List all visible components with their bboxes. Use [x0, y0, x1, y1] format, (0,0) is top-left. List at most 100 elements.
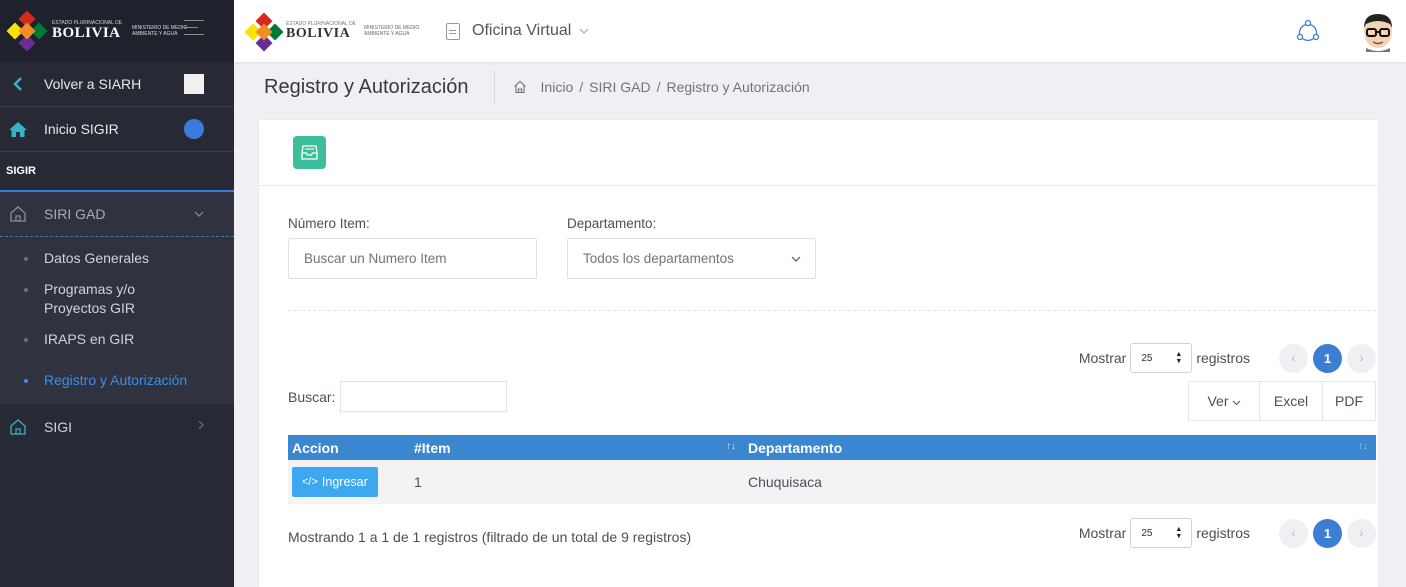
- sidebar-subitem-label: IRAPS en GIR: [44, 331, 135, 347]
- prev-page-button[interactable]: ‹: [1279, 343, 1308, 373]
- page-header: Registro y Autorización Inicio / SIRI GA…: [234, 62, 1406, 112]
- sort-icon: ↑↓: [726, 441, 736, 452]
- page-title: Registro y Autorización: [264, 70, 495, 104]
- column-header-item[interactable]: #Item ↑↓: [410, 435, 744, 460]
- search-input[interactable]: [340, 381, 508, 412]
- department-select[interactable]: Todos los departamentos: [567, 238, 816, 279]
- sidebar-group-siri-gad: SIRI GAD Datos Generales Programas y/o P…: [0, 192, 234, 404]
- sidebar-submenu: Datos Generales Programas y/o Proyectos …: [0, 237, 234, 404]
- house-outline-icon: [8, 418, 28, 436]
- item-filter-label: Número Item:: [288, 216, 370, 231]
- export-buttons: Ver Excel PDF: [1188, 381, 1376, 421]
- sidebar-item-sigi[interactable]: SIGI: [0, 404, 234, 449]
- sidebar-item-label: SIRI GAD: [44, 206, 106, 222]
- sidebar: ESTADO PLURINACIONAL DE BOLIVIA MINISTER…: [0, 0, 234, 587]
- sidebar-item-label: SIGI: [44, 418, 73, 435]
- ingresar-button[interactable]: </> Ingresar: [292, 467, 378, 497]
- data-table: Accion #Item ↑↓ Departamento ↑↓ </> Ingr…: [288, 435, 1376, 504]
- breadcrumb-item[interactable]: SIRI GAD: [589, 79, 650, 95]
- share-network-icon[interactable]: [1296, 19, 1320, 43]
- sidebar-subitem-programas[interactable]: Programas y/o Proyectos GIR: [0, 274, 234, 324]
- bolivia-emblem-icon: [6, 10, 48, 52]
- sidebar-subitem-datos-generales[interactable]: Datos Generales: [0, 243, 234, 274]
- length-label: Mostrar: [1078, 525, 1127, 541]
- column-header-label: #Item: [414, 439, 451, 456]
- inbox-button[interactable]: [293, 136, 326, 169]
- prev-page-button[interactable]: ‹: [1279, 518, 1308, 548]
- menu-toggle-icon[interactable]: [184, 20, 204, 41]
- topbar-logo[interactable]: ESTADO PLURINACIONAL DE BOLIVIA MINISTER…: [244, 12, 426, 52]
- sidebar-item-label: Inicio SIGIR: [44, 121, 119, 137]
- length-and-pager-bottom: Mostrar 25 ▲ ▼ registros ‹ 1 ›: [1079, 518, 1376, 548]
- item-search-placeholder: Buscar un Numero Item: [304, 251, 447, 266]
- breadcrumb-item[interactable]: Inicio: [541, 79, 574, 95]
- cell-item: 1: [410, 460, 744, 504]
- cell-departamento: Chuquisaca: [744, 460, 1376, 504]
- pdf-button[interactable]: PDF: [1322, 382, 1375, 420]
- page-length-value: 25: [1141, 352, 1153, 364]
- breadcrumb-item-current: Registro y Autorización: [666, 79, 810, 95]
- oficina-virtual-dropdown[interactable]: Oficina Virtual: [446, 22, 589, 40]
- page-button[interactable]: 1: [1313, 518, 1342, 548]
- white-square-badge: [184, 74, 204, 94]
- app-label: Oficina Virtual: [472, 22, 572, 39]
- chevron-down-icon: [194, 209, 204, 220]
- table-row: </> Ingresar 1 Chuquisaca: [288, 460, 1376, 504]
- user-avatar[interactable]: [1360, 10, 1396, 52]
- sidebar-item-back[interactable]: Volver a SIARH: [0, 62, 234, 107]
- page-button[interactable]: 1: [1313, 343, 1342, 373]
- logo-big-text: BOLIVIA: [286, 25, 351, 41]
- pagination: ‹ 1 ›: [1274, 518, 1376, 548]
- chevron-down-icon: [579, 26, 589, 37]
- code-icon: </>: [302, 476, 318, 488]
- breadcrumb: Inicio / SIRI GAD / Registro y Autorizac…: [513, 79, 810, 95]
- updown-icon: ▲ ▼: [1175, 351, 1183, 365]
- pagination: ‹ 1 ›: [1274, 343, 1376, 373]
- records-label: registros: [1196, 525, 1250, 541]
- divider: [288, 310, 1376, 311]
- table-search: Buscar:: [288, 381, 508, 412]
- page-length-select[interactable]: 25 ▲ ▼: [1130, 518, 1193, 548]
- next-page-button[interactable]: ›: [1347, 343, 1376, 373]
- chevron-left-icon: [8, 76, 28, 92]
- logo-ministry-text: MINISTERIO DE MEDIO AMBIENTE Y AGUA: [364, 25, 420, 37]
- page-length-select[interactable]: 25 ▲ ▼: [1130, 343, 1193, 373]
- sidebar-subitem-label: Datos Generales: [44, 250, 150, 266]
- page-length-value: 25: [1141, 527, 1153, 539]
- sidebar-item-home[interactable]: Inicio SIGIR: [0, 107, 234, 152]
- bolivia-emblem-icon: [244, 12, 284, 52]
- chevron-right-icon: [198, 420, 204, 433]
- table-info: Mostrando 1 a 1 de 1 registros (filtrado…: [288, 529, 692, 545]
- sidebar-item-siri-gad[interactable]: SIRI GAD: [0, 192, 234, 237]
- length-and-pager-top: Mostrar 25 ▲ ▼ registros ‹ 1 ›: [1079, 343, 1376, 373]
- records-label: registros: [1196, 350, 1250, 366]
- ver-label: Ver: [1207, 393, 1229, 409]
- house-outline-icon: [8, 205, 28, 223]
- sidebar-logo[interactable]: ESTADO PLURINACIONAL DE BOLIVIA MINISTER…: [0, 0, 234, 62]
- column-header-accion[interactable]: Accion: [288, 435, 410, 460]
- logo-big-text: BOLIVIA: [52, 25, 121, 41]
- home-icon[interactable]: [513, 80, 527, 94]
- column-header-label: Departamento: [748, 439, 843, 456]
- column-header-departamento[interactable]: Departamento ↑↓: [744, 435, 1376, 460]
- filters: Número Item: Buscar un Numero Item Depar…: [288, 216, 846, 279]
- department-select-value: Todos los departamentos: [583, 251, 734, 266]
- excel-button[interactable]: Excel: [1259, 382, 1322, 420]
- sidebar-item-label: Volver a SIARH: [44, 76, 142, 92]
- sidebar-subitem-label: Programas y/o Proyectos GIR: [44, 281, 136, 316]
- ver-button[interactable]: Ver: [1189, 382, 1259, 420]
- next-page-button[interactable]: ›: [1347, 518, 1376, 548]
- main-card: Número Item: Buscar un Numero Item Depar…: [259, 120, 1378, 587]
- chevron-down-icon: [791, 253, 801, 265]
- ingresar-label: Ingresar: [321, 475, 368, 489]
- status-dot: [184, 119, 204, 139]
- sidebar-subitem-label: Registro y Autorización: [44, 372, 188, 388]
- item-search-input[interactable]: Buscar un Numero Item: [288, 238, 537, 279]
- document-icon: [446, 22, 461, 40]
- sidebar-subitem-iraps[interactable]: IRAPS en GIR: [0, 324, 234, 355]
- home-icon: [8, 121, 28, 138]
- chevron-down-icon: [1232, 400, 1240, 405]
- sidebar-subitem-registro[interactable]: Registro y Autorización: [0, 365, 234, 396]
- department-filter-label: Departamento:: [567, 216, 657, 231]
- search-label: Buscar:: [288, 388, 336, 405]
